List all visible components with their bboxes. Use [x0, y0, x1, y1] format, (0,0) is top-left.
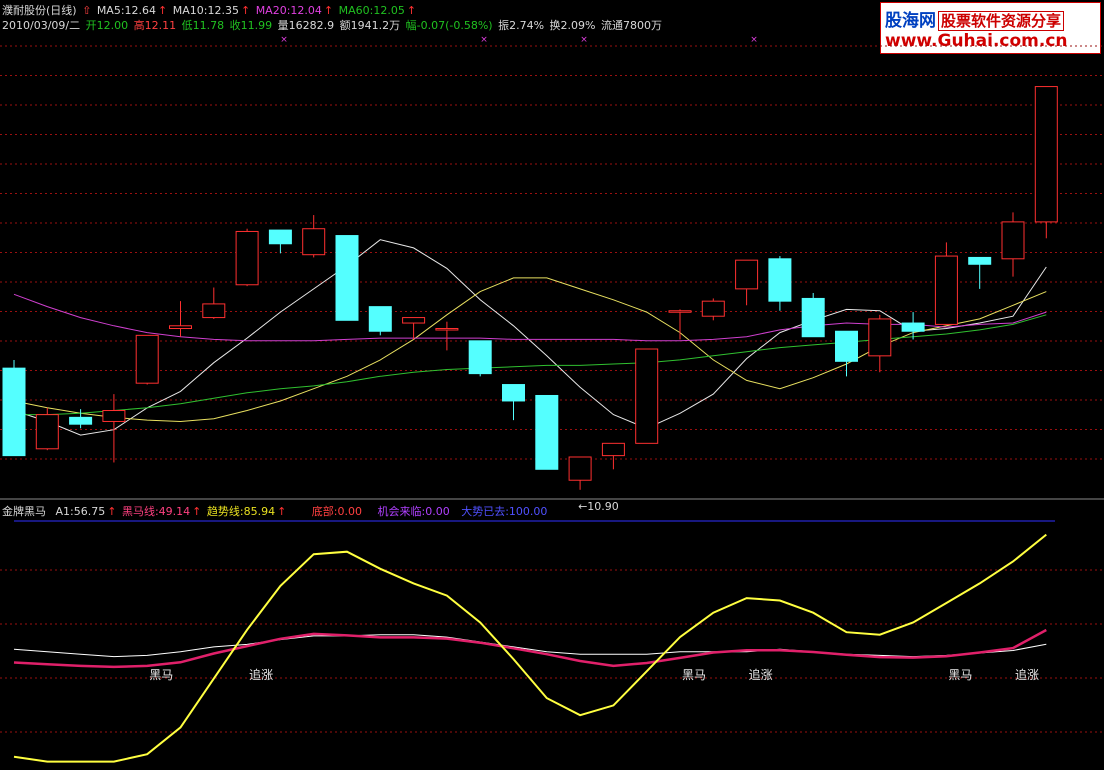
indicator-A1-line	[13, 533, 1047, 763]
indicator-趋势线-line	[13, 634, 1047, 658]
candle-body-down	[335, 235, 359, 321]
candle-body-up	[934, 255, 958, 325]
candle-body-down	[468, 340, 492, 375]
candle-body-up	[302, 228, 326, 256]
candle-body-up	[568, 456, 592, 481]
candle-body-up	[701, 300, 725, 317]
chart-canvas: × × × × ←10.90 黑马 追涨 黑马 追涨 黑马 追涨	[0, 35, 1104, 763]
top-x-marker: ×	[580, 35, 588, 45]
indicator-黑马线-line	[13, 628, 1047, 669]
signal-label: 追涨	[1015, 667, 1039, 682]
candle-body-down	[69, 416, 93, 425]
candle-body-down	[502, 384, 525, 402]
signal-label: 黑马	[682, 668, 706, 682]
low-price-label: ←10.90	[578, 500, 619, 513]
candle-body-down	[535, 394, 559, 470]
candle-body-up	[668, 310, 692, 313]
candle-body-down	[268, 229, 292, 245]
candle-body-up	[1001, 221, 1025, 260]
candle-body-up	[735, 259, 759, 290]
candle-body-down	[768, 258, 792, 302]
signal-label: 黑马	[948, 668, 972, 682]
signal-label: 追涨	[749, 667, 773, 682]
candle-body-up	[135, 334, 159, 384]
candle-body-up	[1034, 86, 1058, 223]
candle-body-up	[202, 303, 226, 319]
candle-body-up	[868, 318, 892, 357]
stock-chart-window: 濮耐股份(日线) ⇧ MA5:12.64 ↑ MA10:12.35 ↑ MA20:1…	[0, 0, 1104, 770]
candle-body-up	[402, 317, 426, 324]
candle-body-up	[169, 325, 192, 330]
signal-label: 追涨	[249, 667, 273, 682]
top-x-marker: ×	[480, 35, 488, 45]
candle-body-down	[2, 367, 26, 457]
ma5-line	[13, 239, 1047, 436]
top-x-marker: ×	[280, 35, 288, 45]
candle-body-up	[102, 410, 126, 422]
top-x-marker: ×	[750, 35, 758, 45]
candle-body-up	[601, 442, 625, 457]
signal-label: 黑马	[149, 668, 173, 682]
candle-body-up	[35, 414, 59, 450]
candle-body-up	[635, 348, 659, 444]
candle-body-down	[901, 322, 925, 332]
candle-body-up	[435, 328, 459, 331]
candle-body-down	[968, 256, 992, 265]
candle-body-down	[368, 306, 392, 332]
candle-body-up	[235, 230, 259, 286]
candle-body-down	[835, 330, 858, 362]
candle-body-down	[801, 297, 825, 338]
